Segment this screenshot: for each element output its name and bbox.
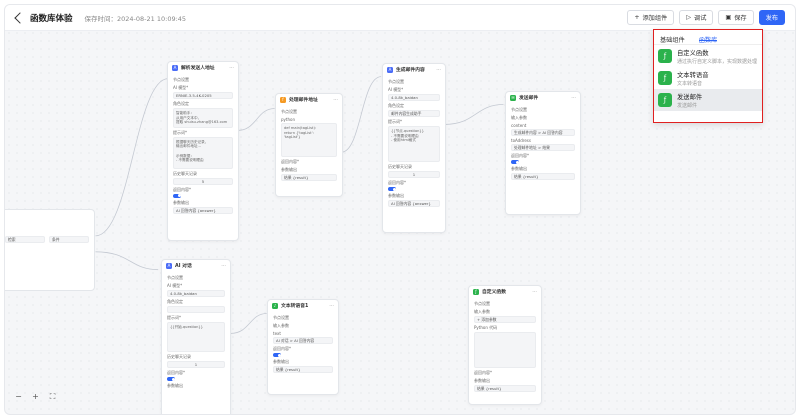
edge-start-n1 [95,78,169,237]
edge-n3-n4 [444,104,504,125]
ai-node-icon: A [166,262,172,269]
output-toggle[interactable] [167,377,175,381]
node-ai-chat[interactable]: A AI 对话 ··· 节点设置 AI 模型* 4.0-8k_baidan 角色设定… [161,259,231,414]
more-icon[interactable]: ··· [436,67,441,73]
content-select[interactable]: 生成邮件内容 > AI 回答内容 [511,129,575,136]
tab-function-library[interactable]: 函数库 [698,35,718,44]
code-node-icon: f [280,96,286,103]
zoom-controls: − + ⛶ [13,391,58,402]
prompt-textarea[interactable]: {{节点.question}} - 不需要说明理由 - 使用html格式 [388,126,440,162]
role-textarea[interactable]: 智能助手： 从用户文本中， 提取 shuisu.zhang@163.com [173,108,233,128]
tts-node-icon: ♪ [272,302,278,309]
output-toggle[interactable] [388,187,396,191]
model-select[interactable]: 4.0-8k_baidan [388,94,440,101]
node-send-email[interactable]: ✉ 发送邮件 ··· 节点设置 输入参数 content 生成邮件内容 > AI 回… [505,91,581,215]
condition-field[interactable]: 条件 [49,236,89,243]
more-icon[interactable]: ··· [571,95,576,101]
add-param-button[interactable]: + 添加参数 [474,316,536,323]
zoom-in-icon[interactable]: + [30,391,41,402]
more-icon[interactable]: ··· [221,263,226,269]
node-process-email[interactable]: f 处理邮件地址 ··· 节点设置 python def main(tagList)… [275,93,343,197]
model-select[interactable]: 4.0-8k_baidan [167,290,225,297]
history-stepper[interactable]: 1 [388,171,440,178]
model-select[interactable]: ERNIE-3.5-4K-0205 [173,92,233,99]
prompt-textarea[interactable]: 根据聊天历史记录， 输出邮件地址... 示例数据： - 不需要说明理由 [173,136,233,169]
more-icon[interactable]: ··· [532,289,537,295]
output-toggle[interactable] [511,160,519,164]
more-icon[interactable]: ··· [333,97,338,103]
history-stepper[interactable]: 5 [173,177,233,185]
output-toggle[interactable] [273,353,281,357]
to-address-select[interactable]: 处理邮件地址 > 结果 [511,144,575,151]
history-stepper[interactable]: 1 [167,361,225,368]
more-icon[interactable]: ··· [229,65,234,71]
dropdown-item-tts[interactable]: ƒ 文本转语音 文本转语音 [654,67,762,89]
node-parse-sender[interactable]: A 解析发送人地址 ··· 节点设置 AI 模型* ERNIE-3.5-4K-020… [167,61,239,241]
dropdown-item-custom-function[interactable]: ƒ 自定义函数 通过执行自定义脚本，实现数据处理 [654,45,762,67]
edge-start-n5 [95,251,159,271]
mail-node-icon: ✉ [510,94,516,101]
role-input[interactable] [167,306,225,313]
start-node-partial[interactable]: 检索 条件 [5,209,95,291]
text-select[interactable]: AI 对话 > AI 回答内容 [273,337,333,344]
tab-basic-components[interactable]: 基础组件 [660,35,685,44]
add-component-dropdown: 基础组件 函数库 ƒ 自定义函数 通过执行自定义脚本，实现数据处理 ƒ 文本转语音… [653,29,763,123]
node-custom-function[interactable]: ƒ 自定义函数 ··· 节点设置 输入参数 + 添加参数 Python 代码 返回内… [468,285,542,405]
edge-n5-n6 [230,313,267,334]
zoom-out-icon[interactable]: − [13,391,24,402]
function-node-icon: ƒ [473,288,479,295]
edge-n1-n2 [237,108,275,131]
function-icon: ƒ [658,49,672,63]
function-icon: ƒ [658,71,672,85]
edge-n2-n3 [341,76,382,153]
output-toggle[interactable] [173,193,181,198]
function-icon: ƒ [658,93,672,107]
node-tts[interactable]: ♪ 文本转语音1 ··· 节点设置 输入参数 text AI 对话 > AI 回答内… [267,299,339,395]
ai-node-icon: A [387,66,393,73]
workflow-editor: 函数库体验 保存时间：2024-08-21 10:09:45 + 添加组件 ▷ 调试… [4,4,796,415]
more-icon[interactable]: ··· [329,303,334,309]
fit-view-icon[interactable]: ⛶ [47,391,58,402]
prompt-textarea[interactable]: {{开始.question}} [167,322,225,352]
role-input[interactable]: 邮件内容生成助手 [388,110,440,117]
search-field[interactable]: 检索 [5,236,45,243]
ai-node-icon: A [172,64,178,71]
code-editor[interactable]: def main(tagList): return {'tagList': 't… [281,123,337,157]
dropdown-item-send-email[interactable]: ƒ 发送邮件 发送邮件 [654,89,762,111]
python-code-editor[interactable] [474,332,536,368]
node-generate-email[interactable]: A 生成邮件内容 ··· 节点设置 AI 模型* 4.0-8k_baidan 角色设… [382,63,446,233]
